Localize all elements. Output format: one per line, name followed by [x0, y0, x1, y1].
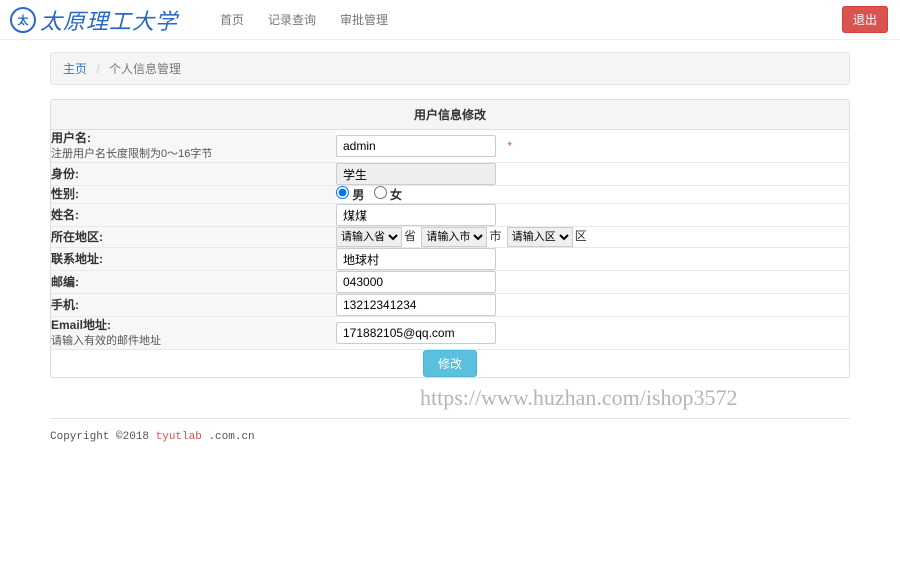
row-address: 联系地址: [51, 248, 849, 271]
label-email: Email地址: [51, 318, 111, 332]
watermark-text: https://www.huzhan.com/ishop3572 [420, 385, 738, 411]
radio-female-label: 女 [390, 188, 402, 202]
row-email: Email地址: 请输入有效的邮件地址 [51, 317, 849, 350]
label-username: 用户名: [51, 131, 91, 145]
panel-title: 用户信息修改 [51, 100, 849, 130]
nav-link-records[interactable]: 记录查询 [256, 0, 328, 40]
row-mobile: 手机: [51, 294, 849, 317]
radio-female-wrapper[interactable]: 女 [374, 188, 402, 202]
radio-male[interactable] [336, 186, 349, 199]
input-username[interactable] [336, 135, 496, 157]
nav-link-approve[interactable]: 审批管理 [328, 0, 400, 40]
breadcrumb: 主页 / 个人信息管理 [50, 52, 850, 85]
radio-female[interactable] [374, 186, 387, 199]
submit-button[interactable]: 修改 [423, 350, 477, 377]
form-panel: 用户信息修改 用户名: 注册用户名长度限制为0～16字节 * 身份: [50, 99, 850, 378]
hint-email: 请输入有效的邮件地址 [51, 334, 336, 349]
row-identity: 身份: [51, 163, 849, 186]
breadcrumb-home-link[interactable]: 主页 [63, 62, 87, 76]
logout-button[interactable]: 退出 [842, 6, 888, 33]
row-gender: 性别: 男 女 [51, 186, 849, 204]
brand-text: 太原理工大学 [40, 4, 178, 36]
select-province[interactable]: 请输入省 [336, 227, 402, 247]
required-star-icon: * [507, 139, 512, 153]
select-district[interactable]: 请输入区 [507, 227, 573, 247]
radio-male-wrapper[interactable]: 男 [336, 188, 368, 202]
form-table: 用户名: 注册用户名长度限制为0～16字节 * 身份: 性别: [51, 130, 849, 377]
suffix-district: 区 [575, 229, 587, 243]
nav-link-home[interactable]: 首页 [208, 0, 256, 40]
footer-copyright: Copyright ©2018 [50, 431, 156, 443]
select-city[interactable]: 请输入市 [421, 227, 487, 247]
brand: 太 太原理工大学 [10, 4, 178, 36]
label-region: 所在地区: [51, 230, 103, 244]
page-footer: Copyright ©2018 tyutlab .com.cn [50, 418, 850, 483]
row-region: 所在地区: 请输入省 省 请输入市 市 请输入区 区 [51, 227, 849, 248]
suffix-province: 省 [404, 229, 416, 243]
label-address: 联系地址: [51, 252, 103, 266]
footer-domain: .com.cn [208, 431, 254, 443]
label-identity: 身份: [51, 167, 79, 181]
row-username: 用户名: 注册用户名长度限制为0～16字节 * [51, 130, 849, 163]
label-postcode: 邮编: [51, 275, 79, 289]
label-realname: 姓名: [51, 208, 79, 222]
input-mobile[interactable] [336, 294, 496, 316]
input-postcode[interactable] [336, 271, 496, 293]
label-gender: 性别: [51, 187, 79, 201]
input-address[interactable] [336, 248, 496, 270]
input-email[interactable] [336, 322, 496, 344]
input-identity [336, 163, 496, 185]
nav-links: 首页 记录查询 审批管理 [208, 0, 400, 40]
label-mobile: 手机: [51, 298, 79, 312]
page-container: 主页 / 个人信息管理 用户信息修改 用户名: 注册用户名长度限制为0～16字节… [50, 52, 850, 378]
footer-brand: tyutlab [156, 431, 202, 443]
row-realname: 姓名: [51, 204, 849, 227]
row-postcode: 邮编: [51, 271, 849, 294]
input-realname[interactable] [336, 204, 496, 226]
top-navbar: 太 太原理工大学 首页 记录查询 审批管理 退出 [0, 0, 900, 40]
university-logo-icon: 太 [10, 7, 36, 33]
hint-username: 注册用户名长度限制为0～16字节 [51, 147, 336, 162]
suffix-city: 市 [489, 229, 501, 243]
row-submit: 修改 [51, 350, 849, 378]
breadcrumb-separator-icon: / [90, 62, 105, 76]
radio-male-label: 男 [352, 188, 364, 202]
breadcrumb-current: 个人信息管理 [109, 62, 181, 76]
